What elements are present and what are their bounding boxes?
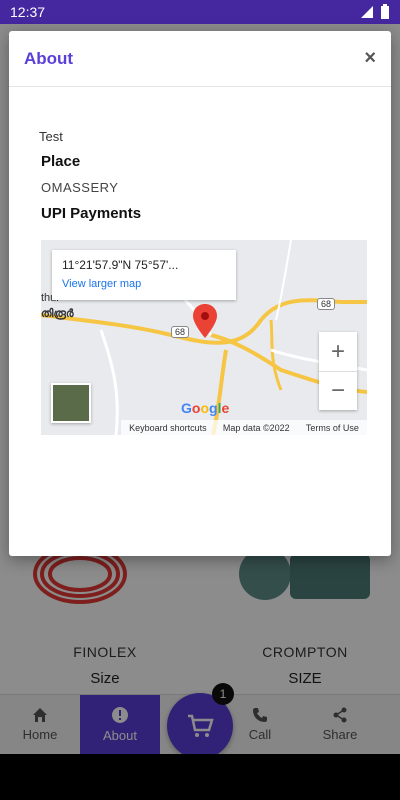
map-place-label: തിരൂർ	[41, 308, 74, 320]
embedded-map[interactable]: thur തിരൂർ 68 68 11°21'57.9"N 75°57'... …	[41, 240, 367, 435]
view-larger-map-link[interactable]: View larger map	[62, 278, 226, 290]
about-text: Test	[39, 129, 63, 144]
map-pin-icon	[193, 304, 217, 338]
zoom-out-button[interactable]: −	[319, 371, 357, 410]
status-time: 12:37	[10, 4, 46, 20]
system-nav-bar	[0, 754, 400, 800]
zoom-in-button[interactable]: +	[319, 332, 357, 371]
about-dialog: About × Test Place OMASSERY UPI Payments…	[9, 31, 391, 556]
satellite-toggle[interactable]	[51, 383, 91, 423]
dialog-title: About	[24, 48, 74, 68]
close-icon[interactable]: ×	[364, 47, 376, 70]
map-coordinates: 11°21'57.9"N 75°57'...	[62, 258, 179, 272]
place-heading: Place	[41, 153, 81, 170]
keyboard-shortcuts-link[interactable]: Keyboard shortcuts	[129, 423, 207, 433]
road-shield: 68	[171, 326, 190, 338]
map-info-card: 11°21'57.9"N 75°57'... View larger map	[52, 250, 236, 300]
signal-icon	[361, 6, 373, 18]
google-logo: Google	[181, 400, 230, 416]
road-shield: 68	[317, 298, 336, 310]
status-bar: 12:37	[0, 0, 400, 24]
map-data-text: Map data ©2022	[222, 422, 290, 433]
battery-icon	[381, 4, 389, 19]
map-footer: Keyboard shortcuts Map data ©2022 Terms …	[121, 420, 367, 435]
zoom-control: + −	[319, 332, 357, 410]
status-icons	[360, 4, 390, 20]
terms-link[interactable]: Terms of Use	[306, 423, 359, 433]
upi-heading: UPI Payments	[41, 205, 142, 222]
place-value: OMASSERY	[41, 180, 119, 195]
dialog-header: About ×	[9, 31, 391, 87]
